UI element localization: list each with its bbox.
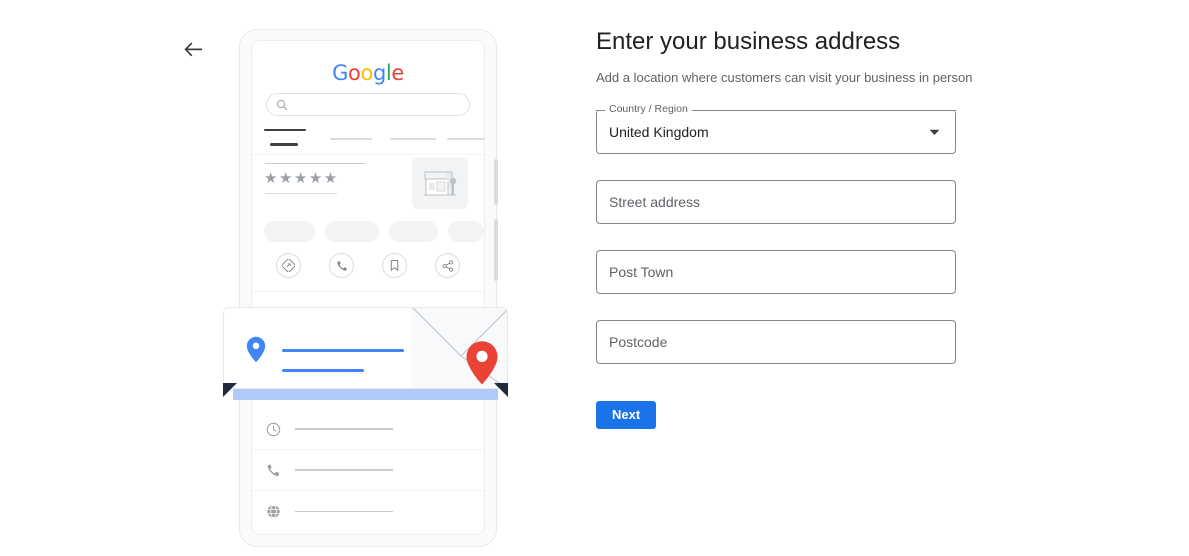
chip-1 <box>264 221 315 242</box>
rating-subtext-placeholder <box>265 193 337 195</box>
globe-glyph <box>266 504 280 519</box>
chip-4 <box>447 221 484 242</box>
postcode-field[interactable]: Postcode <box>596 320 956 364</box>
country-region-select[interactable]: Country / Region United Kingdom <box>596 104 956 154</box>
phone-icon <box>263 463 283 478</box>
address-envelope-illustration <box>223 307 508 400</box>
actions-divider <box>252 291 484 292</box>
website-placeholder-line <box>295 510 393 513</box>
back-button[interactable] <box>178 34 208 64</box>
address-line-2 <box>282 369 364 372</box>
next-button[interactable]: Next <box>596 401 657 429</box>
info-row-hours <box>252 409 484 450</box>
call-icon <box>329 253 354 278</box>
tab-4-line <box>447 138 484 140</box>
phone-glyph <box>336 260 347 271</box>
hours-placeholder-line <box>295 428 393 430</box>
envelope-corner-left <box>223 383 237 397</box>
business-name-placeholder <box>265 163 365 165</box>
storefront-icon <box>424 171 457 196</box>
envelope-card <box>223 307 508 389</box>
tabs-divider <box>252 154 484 155</box>
globe-icon <box>263 504 283 519</box>
phone-preview: Google ★★★★★ <box>239 29 498 547</box>
street-address-placeholder: Street address <box>609 194 701 210</box>
address-form: Enter your business address Add a locati… <box>596 26 973 429</box>
phone-placeholder-line <box>295 469 393 471</box>
preview-chips <box>264 221 484 242</box>
tab-3-line <box>390 138 436 140</box>
directions-icon <box>276 253 301 278</box>
rating-stars: ★★★★★ <box>264 170 339 187</box>
share-icon <box>435 253 460 278</box>
clock-glyph <box>266 422 280 436</box>
phone-side-button-upper <box>494 159 498 205</box>
country-region-value: United Kingdom <box>609 124 709 140</box>
map-pin-red-icon <box>466 341 498 385</box>
storefront-image-placeholder <box>412 157 468 209</box>
info-row-website <box>252 491 484 532</box>
tab-active-line <box>264 129 306 131</box>
preview-action-row <box>252 253 484 278</box>
street-address-field[interactable]: Street address <box>596 180 956 224</box>
chevron-down-icon[interactable] <box>929 123 940 141</box>
directions-glyph <box>282 259 295 272</box>
chip-3 <box>388 221 438 242</box>
preview-tabs <box>252 129 484 155</box>
post-town-field[interactable]: Post Town <box>596 250 956 294</box>
clock-icon <box>263 422 283 437</box>
phone-side-button-lower <box>494 219 498 281</box>
chevron-down-glyph <box>929 129 940 135</box>
phone-glyph-2 <box>267 464 279 476</box>
address-line-1 <box>282 349 404 352</box>
map-pin-blue-icon <box>246 336 266 363</box>
page-title: Enter your business address <box>596 28 901 55</box>
google-logo: Google <box>332 61 404 85</box>
country-region-label: Country / Region <box>609 103 688 116</box>
bookmark-glyph <box>390 259 399 272</box>
info-row-phone <box>252 450 484 491</box>
preview-search-bar <box>266 93 470 116</box>
tab-2-line <box>330 138 372 140</box>
postcode-placeholder: Postcode <box>609 334 668 350</box>
chip-2 <box>324 221 379 242</box>
tab-active-indicator <box>270 143 298 146</box>
page-subtitle: Add a location where customers can visit… <box>596 70 973 85</box>
post-town-placeholder: Post Town <box>609 264 674 280</box>
arrow-left-icon <box>183 41 202 56</box>
envelope-accent-bar <box>233 389 498 400</box>
search-icon <box>276 99 288 110</box>
share-glyph <box>442 259 453 272</box>
envelope-corner-right <box>494 383 508 397</box>
save-icon <box>382 253 407 278</box>
phone-screen: Google ★★★★★ <box>251 40 485 535</box>
preview-info-rows <box>252 409 484 532</box>
